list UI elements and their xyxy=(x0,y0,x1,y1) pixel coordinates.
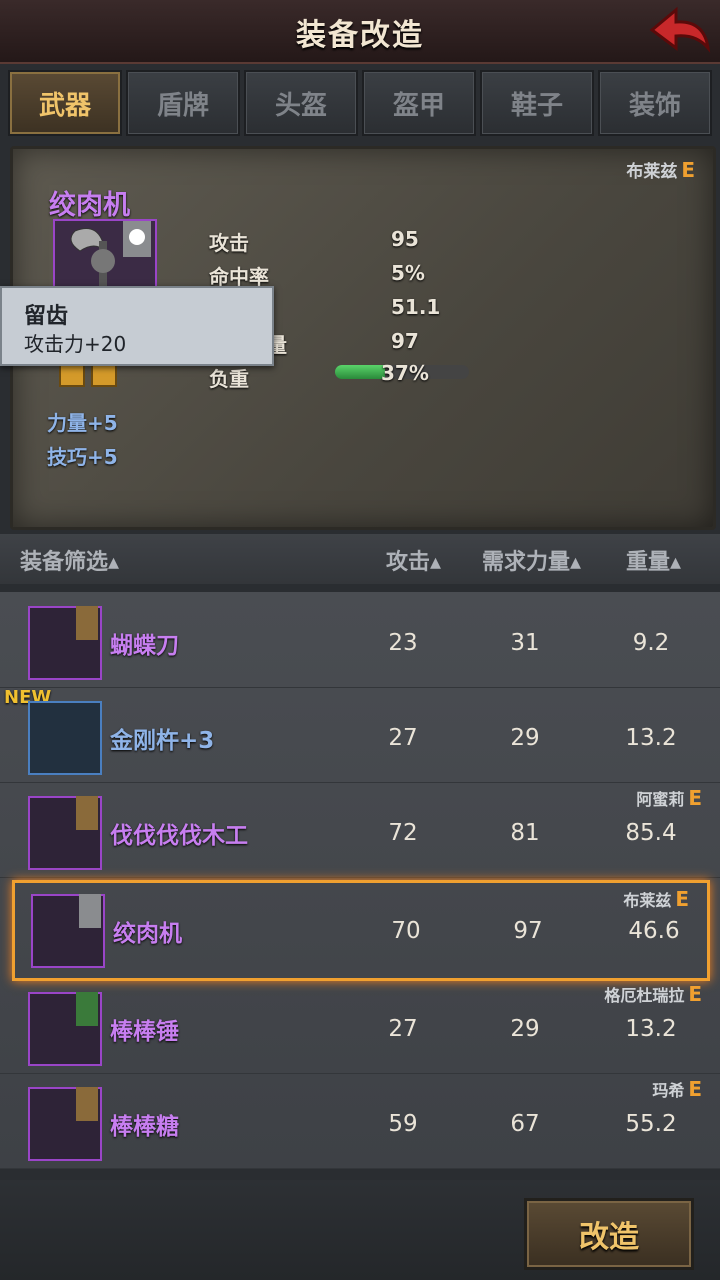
list-item[interactable]: 蝴蝶刀 23 31 9.2 xyxy=(0,592,720,688)
item-name: 绞肉机 xyxy=(113,921,182,947)
stat-label-load: 负重 xyxy=(209,367,249,391)
equipment-list: 蝴蝶刀 23 31 9.2 NEW 金刚杵+3 27 29 13.2 阿蜜莉 E … xyxy=(0,592,720,1169)
item-name: 金刚杵+3 xyxy=(110,728,215,754)
item-strength: 81 xyxy=(510,820,540,846)
stat-value-accuracy: 5% xyxy=(391,261,425,285)
list-item[interactable]: 玛希 E 棒棒糖 59 67 55.2 xyxy=(0,1073,720,1169)
bronze-badge-icon xyxy=(76,796,98,830)
item-name: 棒棒糖 xyxy=(110,1114,179,1140)
list-header: 装备筛选▴ 攻击▴ 需求力量▴ 重量▴ xyxy=(0,534,720,584)
item-strength: 31 xyxy=(510,630,540,656)
item-attack: 72 xyxy=(388,820,418,846)
item-attack: 27 xyxy=(388,1016,418,1042)
page-title: 装备改造 xyxy=(296,18,424,53)
stat-value-attack: 95 xyxy=(391,227,419,251)
item-strength: 97 xyxy=(513,918,543,944)
list-item[interactable]: NEW 金刚杵+3 27 29 13.2 xyxy=(0,687,720,783)
bronze-badge-icon xyxy=(76,606,98,640)
tab-shoes[interactable]: 鞋子 xyxy=(480,70,594,136)
item-weight: 13.2 xyxy=(625,1016,677,1042)
item-owner: 玛希 E xyxy=(652,1077,702,1101)
item-weight: 9.2 xyxy=(632,630,670,656)
bronze-badge-icon xyxy=(76,1087,98,1121)
item-strength: 67 xyxy=(510,1111,540,1137)
gem-tooltip: 留齿 攻击力+20 xyxy=(0,286,274,366)
item-owner: 布莱兹 E xyxy=(623,887,689,911)
modify-button[interactable]: 改造 xyxy=(524,1198,694,1270)
bonus-strength: 力量+5 xyxy=(47,411,118,435)
item-attack: 23 xyxy=(388,630,418,656)
gray-badge-icon xyxy=(79,894,101,928)
item-attack: 70 xyxy=(391,918,421,944)
stat-label-attack: 攻击 xyxy=(209,231,249,255)
green-badge-icon xyxy=(76,992,98,1026)
top-bar: 装备改造 xyxy=(0,0,720,64)
list-item[interactable]: 格厄杜瑞拉 E 棒棒锤 27 29 13.2 xyxy=(0,978,720,1074)
tooltip-text: 攻击力+20 xyxy=(24,332,127,356)
sort-attack[interactable]: 攻击▴ xyxy=(386,544,441,576)
back-arrow-icon[interactable] xyxy=(648,4,712,56)
category-tabs: 武器 盾牌 头盔 盔甲 鞋子 装饰 xyxy=(8,70,712,136)
sort-weight[interactable]: 重量▴ xyxy=(626,544,681,576)
item-weight: 46.6 xyxy=(628,918,680,944)
list-item[interactable]: 阿蜜莉 E 伐伐伐伐木工 72 81 85.4 xyxy=(0,782,720,878)
bonus-skill: 技巧+5 xyxy=(47,445,118,469)
item-weight: 85.4 xyxy=(625,820,677,846)
stat-value-load: 37% xyxy=(381,361,429,385)
item-weight: 13.2 xyxy=(625,725,677,751)
tab-helmet[interactable]: 头盔 xyxy=(244,70,358,136)
sort-name[interactable]: 装备筛选▴ xyxy=(20,544,119,576)
tooltip-title: 留齿 xyxy=(24,304,69,329)
item-owner: 格厄杜瑞拉 E xyxy=(604,982,702,1006)
mace-icon xyxy=(28,701,102,775)
stat-value-strength: 97 xyxy=(391,329,419,353)
item-strength: 29 xyxy=(510,725,540,751)
tab-shield[interactable]: 盾牌 xyxy=(126,70,240,136)
list-item-selected[interactable]: 布莱兹 E 绞肉机 70 97 46.6 xyxy=(12,880,710,981)
item-attack: 27 xyxy=(388,725,418,751)
sort-strength[interactable]: 需求力量▴ xyxy=(482,544,581,576)
item-name: 棒棒锤 xyxy=(110,1019,179,1045)
item-weight: 55.2 xyxy=(625,1111,677,1137)
weapon-name: 绞肉机 xyxy=(49,190,130,221)
item-strength: 29 xyxy=(510,1016,540,1042)
owner-label: 布莱兹 E xyxy=(626,158,695,182)
stat-value-3: 51.1 xyxy=(391,295,441,319)
tab-armor[interactable]: 盔甲 xyxy=(362,70,476,136)
item-name: 伐伐伐伐木工 xyxy=(110,823,248,849)
tab-weapon[interactable]: 武器 xyxy=(8,70,122,136)
load-bar-fill xyxy=(335,365,385,379)
item-name: 蝴蝶刀 xyxy=(110,633,179,659)
tab-accessory[interactable]: 装饰 xyxy=(598,70,712,136)
item-owner: 阿蜜莉 E xyxy=(636,786,702,810)
item-attack: 59 xyxy=(388,1111,418,1137)
